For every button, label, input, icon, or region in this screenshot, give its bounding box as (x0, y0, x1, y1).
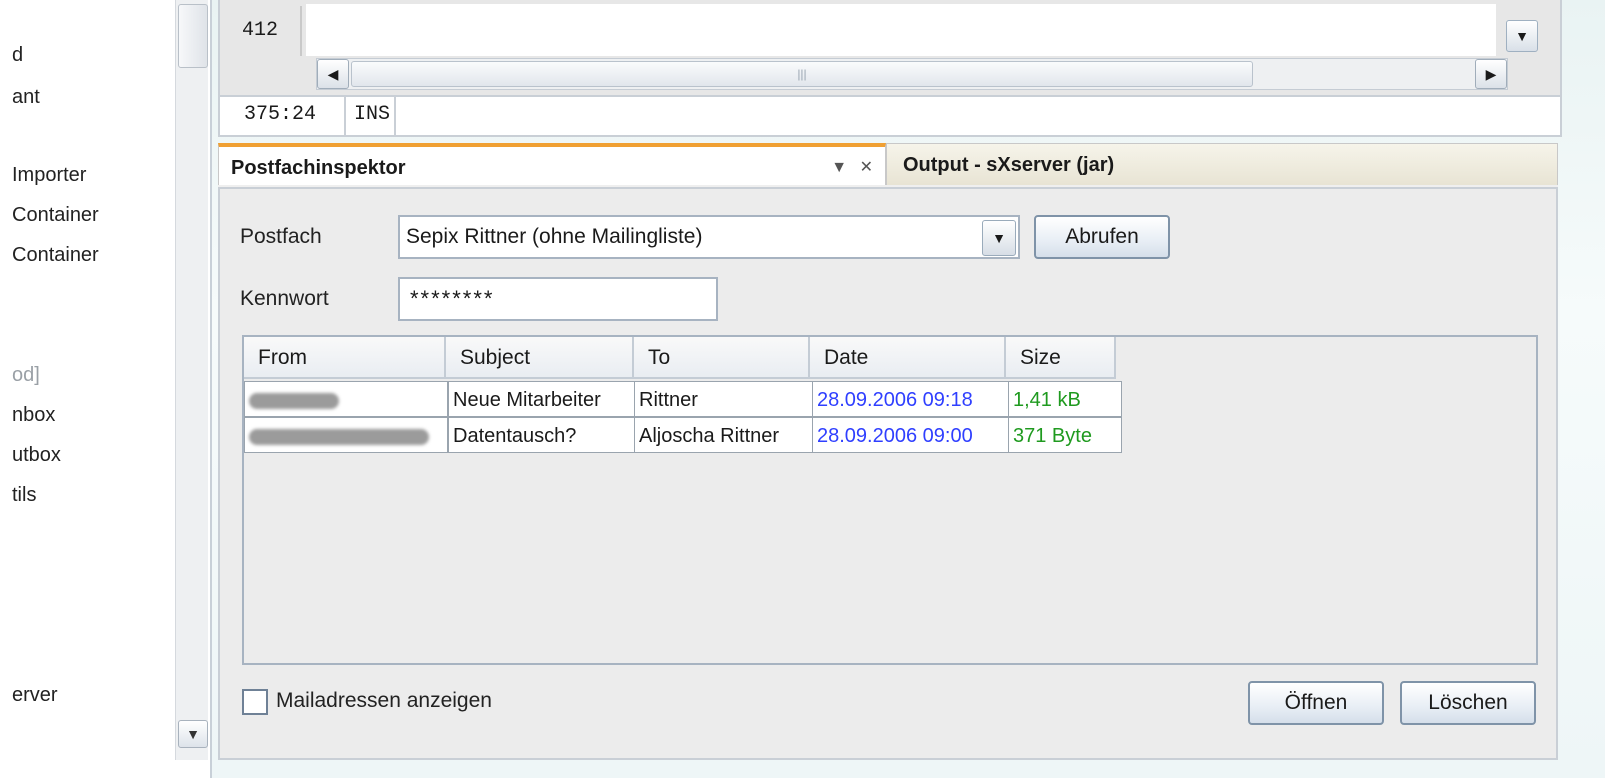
table-row[interactable]: Datentausch? Aljoscha Rittner 28.09.2006… (244, 417, 1124, 453)
postfach-selected-value: Sepix Rittner (ohne Mailingliste) (406, 225, 703, 248)
cell-from-redacted (244, 381, 448, 417)
scrollbar-thumb[interactable]: ||| (351, 61, 1253, 87)
code-editor: 412 ▼ ◀ ||| ▶ (218, 0, 1562, 97)
table-header-row: From Subject To Date Size (244, 337, 1124, 379)
scrollbar-thumb[interactable] (178, 4, 208, 68)
cell-subject: Datentausch? (448, 417, 636, 453)
cell-to: Aljoscha Rittner (634, 417, 814, 453)
editor-horizontal-scrollbar[interactable]: ◀ ||| ▶ (316, 58, 1508, 90)
tab-postfachinspektor[interactable]: Postfachinspektor ▼ ✕ (218, 143, 886, 185)
password-field[interactable]: ******** (398, 277, 718, 321)
tree-item[interactable]: Container (12, 204, 99, 227)
insert-mode-indicator: INS (350, 97, 396, 135)
tree-item[interactable]: tils (12, 484, 36, 507)
bottom-tab-strip: Postfachinspektor ▼ ✕ Output - sXserver … (218, 143, 1558, 187)
cell-size: 371 Byte (1008, 417, 1122, 453)
tab-output-sxserver[interactable]: Output - sXserver (jar) (886, 143, 1558, 185)
abrufen-button[interactable]: Abrufen (1034, 215, 1170, 259)
chevron-down-icon[interactable]: ▼ (982, 220, 1016, 256)
tree-item[interactable]: Importer (12, 164, 86, 187)
chevron-down-icon[interactable]: ▼ (1506, 20, 1538, 52)
scroll-down-arrow-icon[interactable]: ▼ (178, 720, 208, 748)
tree-item[interactable]: d (12, 44, 23, 67)
postfach-label: Postfach (240, 225, 322, 248)
tree-item[interactable]: nbox (12, 404, 55, 427)
tree-item[interactable]: ant (12, 86, 40, 109)
tree-vertical-scrollbar[interactable]: ▼ (175, 0, 208, 760)
tab-label: Postfachinspektor (231, 157, 406, 179)
cell-date: 28.09.2006 09:00 (812, 417, 1010, 453)
cursor-position: 375:24 (220, 97, 346, 135)
scroll-right-arrow-icon[interactable]: ▶ (1475, 59, 1507, 89)
checkbox-label[interactable]: Mailadressen anzeigen (276, 689, 492, 713)
tree-item[interactable]: od] (12, 364, 40, 387)
column-header-to[interactable]: To (634, 337, 810, 379)
close-icon[interactable]: ✕ (860, 159, 873, 176)
open-button[interactable]: Öffnen (1248, 681, 1384, 725)
postfach-select[interactable]: Sepix Rittner (ohne Mailingliste) ▼ (398, 215, 1020, 259)
editor-area: 412 ▼ ◀ ||| ▶ 375:24 INS Postfachinspekt… (218, 0, 1562, 760)
postfachinspektor-panel: Postfach Sepix Rittner (ohne Mailinglist… (218, 187, 1558, 760)
project-tree-panel: d ant Importer Container Container od] n… (0, 0, 212, 778)
code-text-area[interactable] (306, 4, 1496, 56)
scroll-left-arrow-icon[interactable]: ◀ (317, 59, 349, 89)
tab-controls: ▼ ✕ (831, 147, 873, 189)
tree-item[interactable]: erver (12, 684, 58, 707)
column-header-from[interactable]: From (244, 337, 446, 379)
cell-to: Rittner (634, 381, 814, 417)
tab-label: Output - sXserver (jar) (903, 154, 1115, 176)
line-number-gutter: 412 (224, 6, 302, 56)
mail-table: From Subject To Date Size Neue Mitarbeit… (242, 335, 1538, 665)
column-header-date[interactable]: Date (810, 337, 1006, 379)
tree-item[interactable]: utbox (12, 444, 61, 467)
table-row[interactable]: Neue Mitarbeiter Rittner 28.09.2006 09:1… (244, 381, 1124, 417)
editor-status-bar: 375:24 INS (218, 95, 1562, 137)
cell-subject: Neue Mitarbeiter (448, 381, 636, 417)
cell-date: 28.09.2006 09:18 (812, 381, 1010, 417)
column-header-size[interactable]: Size (1006, 337, 1116, 379)
cell-from-redacted (244, 417, 448, 453)
tree-item[interactable]: Container (12, 244, 99, 267)
kennwort-label: Kennwort (240, 287, 329, 310)
tab-menu-icon[interactable]: ▼ (831, 159, 847, 176)
delete-button[interactable]: Löschen (1400, 681, 1536, 725)
show-mail-addresses-checkbox[interactable] (242, 689, 268, 715)
cell-size: 1,41 kB (1008, 381, 1122, 417)
column-header-subject[interactable]: Subject (446, 337, 634, 379)
